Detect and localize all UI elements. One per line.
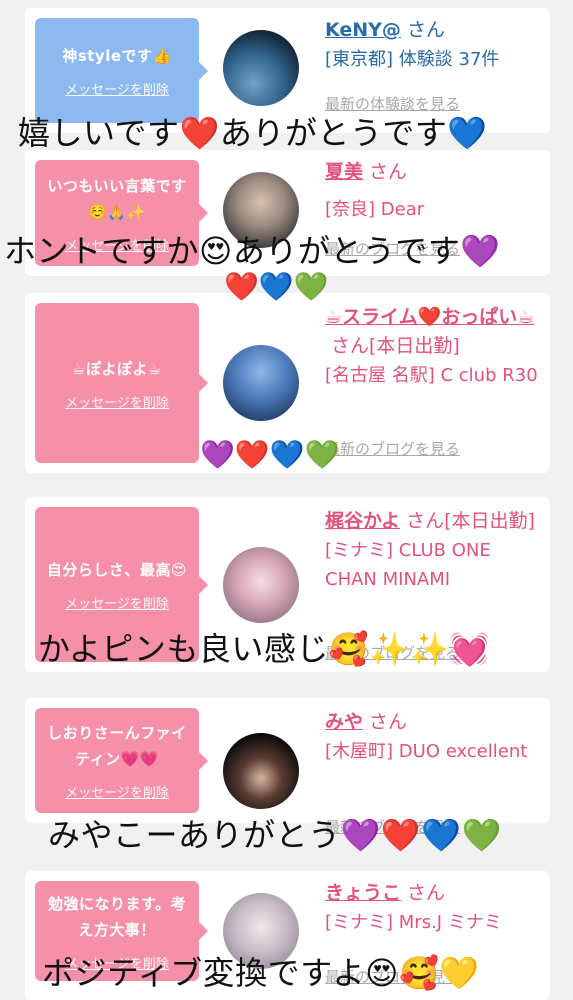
message-text: ☕ぽよぽよ☕	[72, 359, 162, 378]
user-location: [奈良] Dear	[325, 199, 425, 220]
delete-message-link[interactable]: メッセージを削除	[65, 79, 169, 98]
message-text: 自分らしさ、最高😍	[46, 561, 188, 579]
honorific: さん[本日出勤]	[406, 510, 535, 532]
delete-message-link[interactable]: メッセージを削除	[65, 782, 169, 801]
message-text: いつもいい言葉です☺️🙏✨	[47, 176, 187, 221]
avatar[interactable]	[223, 733, 299, 809]
message-text: 勉強になります。考え方大事！	[47, 894, 186, 939]
overlay-caption: ホントですか😍ありがとうです💜	[4, 232, 501, 270]
user-location: [東京都] 体験談 37件	[325, 49, 500, 70]
avatar[interactable]	[223, 30, 299, 106]
overlay-caption: ポジティブ変換ですよ😍🥰💛	[42, 954, 480, 992]
honorific: さん	[407, 882, 446, 904]
honorific: さん	[369, 711, 408, 733]
user-name-link[interactable]: みや	[325, 711, 363, 733]
honorific: さん[本日出勤]	[331, 335, 460, 357]
message-text: しおりさーんファイティン💗💗	[47, 724, 187, 768]
avatar[interactable]	[223, 547, 299, 623]
user-name-link[interactable]: 梶谷かよ	[325, 510, 400, 532]
honorific: さん	[406, 19, 445, 41]
overlay-caption: 嬉しいです❤️ありがとうです💙	[18, 114, 488, 152]
message-bubble: ☕ぽよぽよ☕ メッセージを削除	[35, 303, 208, 463]
user-location: [ミナミ] Mrs.J ミナミ	[325, 912, 502, 933]
honorific: さん	[369, 161, 408, 183]
avatar[interactable]	[223, 345, 299, 421]
latest-post-link[interactable]: 最新のブログを見る	[325, 438, 460, 459]
user-name-link[interactable]: KeNY@	[325, 19, 401, 41]
user-name-link[interactable]: きょうこ	[325, 882, 401, 904]
message-text: 神styleです👍	[62, 47, 172, 65]
overlay-caption: みやこーありがとう💜❤️💙💚	[48, 816, 502, 854]
user-name-link[interactable]: 夏美	[325, 161, 363, 183]
user-location: [ミナミ] CLUB ONE CHAN MINAMI	[325, 540, 491, 590]
user-name-link[interactable]: ☕スライム❤️おっぱい☕	[325, 306, 534, 328]
overlay-emojis: 💜❤️💙💚	[200, 438, 340, 471]
message-card: しおりさーんファイティン💗💗 メッセージを削除 みや さん [木屋町] DUO e…	[25, 698, 550, 836]
user-location: [名古屋 名駅] C club R30	[325, 365, 538, 386]
delete-message-link[interactable]: メッセージを削除	[65, 392, 169, 411]
user-location: [木屋町] DUO excellent	[325, 741, 528, 762]
delete-message-link[interactable]: メッセージを削除	[65, 593, 169, 612]
overlay-emojis: ❤️💙💚	[224, 270, 329, 303]
message-bubble: しおりさーんファイティン💗💗 メッセージを削除	[35, 708, 208, 813]
overlay-caption: かよピンも良い感じ🥰✨✨💓	[38, 630, 491, 668]
